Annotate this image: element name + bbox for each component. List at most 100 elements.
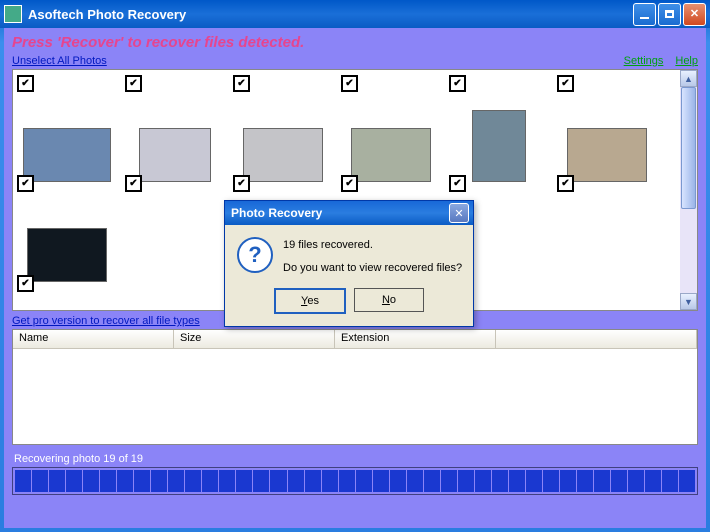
progress-segment [134,470,150,492]
thumb-checkbox[interactable] [449,75,466,92]
progress-segment [151,470,167,492]
dialog-line1: 19 files recovered. [283,237,462,254]
photo-thumb[interactable] [229,76,337,94]
progress-segment [577,470,593,492]
thumb-checkbox[interactable] [125,175,142,192]
progress-segment [66,470,82,492]
progress-segment [492,470,508,492]
progress-segment [407,470,423,492]
thumb-image [567,128,647,182]
photo-thumb[interactable] [553,94,661,194]
progress-segment [458,470,474,492]
dialog-buttons: Yes No [225,284,473,326]
progress-segment [202,470,218,492]
no-button[interactable]: No [354,288,424,312]
thumb-checkbox[interactable] [449,175,466,192]
photo-thumb[interactable] [337,94,445,194]
progress-segment [117,470,133,492]
photo-thumb[interactable] [13,76,121,94]
progress-segment [645,470,661,492]
photo-thumb[interactable] [13,94,121,194]
progress-segment [100,470,116,492]
progress-segment [168,470,184,492]
progress-segment [662,470,678,492]
progress-segment [288,470,304,492]
instruction-text: Press 'Recover' to recover files detecte… [12,32,698,55]
progress-segment [339,470,355,492]
photo-thumb[interactable] [121,94,229,194]
minimize-button[interactable] [633,3,656,26]
status-text: Recovering photo 19 of 19 [14,453,698,465]
thumb-checkbox[interactable] [17,75,34,92]
close-button[interactable] [683,3,706,26]
scroll-track[interactable] [680,87,697,293]
photo-thumb[interactable] [445,76,553,94]
dialog-close-button[interactable]: ✕ [449,203,469,223]
dialog-title: Photo Recovery [229,206,449,220]
thumb-image [23,128,111,182]
progress-segment [219,470,235,492]
progress-segment [253,470,269,492]
progress-segment [49,470,65,492]
question-icon: ? [237,237,273,273]
photo-thumb[interactable] [337,76,445,94]
dialog-text: 19 files recovered. Do you want to view … [283,237,462,276]
progress-segment [611,470,627,492]
unselect-all-link[interactable]: Unselect All Photos [12,55,107,67]
progress-segment [185,470,201,492]
photo-thumb[interactable] [229,94,337,194]
col-empty[interactable] [496,330,697,348]
file-table: Name Size Extension [12,329,698,445]
dialog-titlebar: Photo Recovery ✕ [225,201,473,225]
progress-segment [509,470,525,492]
links-row: Unselect All Photos Settings Help [12,55,698,67]
thumb-checkbox[interactable] [17,175,34,192]
photo-thumb[interactable] [13,194,121,294]
app-icon [4,5,22,23]
thumb-checkbox[interactable] [125,75,142,92]
progress-segment [322,470,338,492]
scroll-thumb[interactable] [681,87,696,209]
help-link[interactable]: Help [675,55,698,67]
progress-segment [373,470,389,492]
progress-segment [543,470,559,492]
col-name[interactable]: Name [13,330,174,348]
thumb-checkbox[interactable] [341,175,358,192]
col-size[interactable]: Size [174,330,335,348]
progress-segment [594,470,610,492]
settings-link[interactable]: Settings [624,55,664,67]
progress-segment [356,470,372,492]
thumb-checkbox[interactable] [557,175,574,192]
progress-segment [32,470,48,492]
thumb-checkbox[interactable] [17,275,34,292]
progress-segment [475,470,491,492]
thumb-image [351,128,431,182]
thumb-checkbox[interactable] [233,75,250,92]
maximize-button[interactable] [658,3,681,26]
thumb-image [27,228,107,282]
photo-thumb[interactable] [445,94,553,194]
thumb-checkbox[interactable] [233,175,250,192]
yes-button[interactable]: Yes [274,288,346,314]
photo-thumb[interactable] [121,76,229,94]
col-extension[interactable]: Extension [335,330,496,348]
thumb-checkbox[interactable] [341,75,358,92]
dialog-line2: Do you want to view recovered files? [283,260,462,277]
app-window: Asoftech Photo Recovery Press 'Recover' … [0,0,710,532]
titlebar: Asoftech Photo Recovery [0,0,710,28]
progress-segment [526,470,542,492]
thumb-checkbox[interactable] [557,75,574,92]
progress-segment [679,470,695,492]
progress-segment [628,470,644,492]
vertical-scrollbar[interactable]: ▲ ▼ [680,70,697,310]
scroll-up-arrow[interactable]: ▲ [680,70,697,87]
progress-segment [305,470,321,492]
progress-segment [236,470,252,492]
photo-thumb[interactable] [553,76,661,94]
progress-segment [424,470,440,492]
scroll-down-arrow[interactable]: ▼ [680,293,697,310]
window-title: Asoftech Photo Recovery [28,7,631,22]
progress-segment [270,470,286,492]
recovery-dialog: Photo Recovery ✕ ? 19 files recovered. D… [224,200,474,327]
progress-segment [390,470,406,492]
